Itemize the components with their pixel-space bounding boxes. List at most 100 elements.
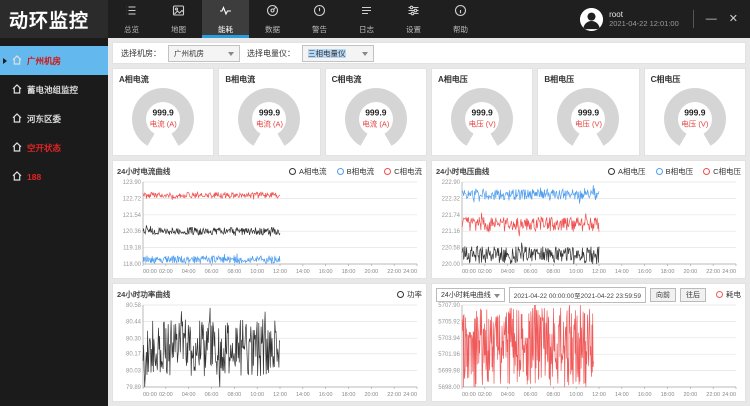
chart-plot-area: 5707.905705.925703.945701.965699.985698.… bbox=[436, 302, 741, 398]
svg-text:20:00: 20:00 bbox=[683, 269, 697, 275]
prev-button[interactable]: 向前 bbox=[650, 288, 676, 302]
sidebar-item-battery-monitor[interactable]: 蓄电池组监控 bbox=[0, 75, 108, 104]
legend-item[interactable]: 耗电 bbox=[716, 289, 741, 300]
close-button[interactable]: ✕ bbox=[729, 14, 738, 25]
sidebar-item-guangzhou-room[interactable]: 广州机房 bbox=[0, 46, 108, 75]
svg-text:04:00: 04:00 bbox=[501, 269, 515, 275]
svg-text:79.89: 79.89 bbox=[126, 385, 142, 391]
map-icon bbox=[172, 4, 185, 22]
svg-text:221.74: 221.74 bbox=[442, 213, 461, 219]
gauge-dial: 999.9 电流 (A) bbox=[345, 88, 407, 150]
svg-text:06:00: 06:00 bbox=[524, 269, 538, 275]
legend-item[interactable]: C相电压 bbox=[703, 166, 741, 177]
svg-text:18:00: 18:00 bbox=[661, 269, 675, 275]
nav-item-overview[interactable]: 总览 bbox=[108, 0, 155, 38]
window-controls: — ✕ bbox=[689, 0, 750, 38]
svg-text:04:00: 04:00 bbox=[501, 392, 515, 398]
meter-select[interactable]: 三相电量仪 bbox=[302, 45, 374, 62]
gauge-unit: 电流 (A) bbox=[345, 119, 407, 130]
sidebar-item-hedong-district[interactable]: 河东区委 bbox=[0, 104, 108, 133]
svg-text:18:00: 18:00 bbox=[342, 392, 356, 398]
chart-plot-area: 123.90122.72121.54120.36119.18118.0000:0… bbox=[117, 179, 422, 275]
app-window: 动环监控 总览 地图 能耗 数据 警告 bbox=[0, 0, 750, 406]
svg-text:122.72: 122.72 bbox=[123, 196, 142, 202]
chart-card-power: 24小时功率曲线 功率 80.5880.4480.3080.1780.0379.… bbox=[112, 283, 427, 402]
nav-item-alerts[interactable]: 警告 bbox=[296, 0, 343, 38]
legend-item[interactable]: B相电流 bbox=[337, 166, 375, 177]
svg-text:16:00: 16:00 bbox=[319, 269, 333, 275]
legend-item[interactable]: C相电流 bbox=[384, 166, 422, 177]
chart-card-voltage: 24小时电压曲线 A相电压 B相电压 C相电压 222.90 222.32 221.74… bbox=[431, 160, 746, 279]
svg-text:10:00: 10:00 bbox=[569, 269, 583, 275]
svg-text:08:00: 08:00 bbox=[546, 269, 560, 275]
sidebar-item-188[interactable]: 188 bbox=[0, 162, 108, 191]
gauge-value: 999.9 bbox=[451, 108, 513, 118]
gauge-card-phase-a-voltage: A相电压 999.9 电压 (V) bbox=[431, 68, 533, 156]
minimize-button[interactable]: — bbox=[706, 14, 717, 25]
svg-text:12:00: 12:00 bbox=[273, 269, 287, 275]
home-icon bbox=[12, 171, 22, 183]
nav-item-energy[interactable]: 能耗 bbox=[202, 0, 249, 38]
gauge-unit: 电压 (V) bbox=[664, 119, 726, 130]
home-icon bbox=[12, 113, 22, 125]
svg-text:08:00: 08:00 bbox=[227, 269, 241, 275]
svg-text:02:00: 02:00 bbox=[478, 269, 492, 275]
svg-text:222.90: 222.90 bbox=[442, 180, 461, 186]
chart-plot-area: 222.90222.32221.74221.16220.58220.0000:0… bbox=[436, 179, 741, 275]
svg-text:221.16: 221.16 bbox=[442, 229, 461, 235]
gauge-row: A相电流 999.9 电流 (A) B相电流 999.9 电流 (A) bbox=[112, 68, 746, 156]
svg-text:5699.98: 5699.98 bbox=[438, 369, 460, 375]
chart-title: 24小时电压曲线 bbox=[436, 166, 489, 177]
series-line bbox=[143, 308, 280, 387]
user-account[interactable]: root 2021-04-22 12:01:00 bbox=[580, 0, 689, 38]
legend-marker-icon bbox=[384, 168, 391, 175]
nav-item-logs[interactable]: 日志 bbox=[343, 0, 390, 38]
series-line bbox=[462, 185, 599, 203]
legend-item[interactable]: A相电流 bbox=[289, 166, 327, 177]
top-nav: 总览 地图 能耗 数据 警告 日志 bbox=[108, 0, 484, 38]
svg-text:80.30: 80.30 bbox=[126, 336, 142, 342]
svg-text:00:00: 00:00 bbox=[143, 269, 157, 275]
series-line bbox=[143, 254, 280, 264]
gauge-unit: 电压 (V) bbox=[451, 119, 513, 130]
room-select[interactable]: 广州机房 bbox=[168, 45, 240, 62]
alert-icon bbox=[313, 4, 326, 22]
svg-text:80.58: 80.58 bbox=[126, 303, 142, 309]
svg-text:06:00: 06:00 bbox=[524, 392, 538, 398]
svg-text:14:00: 14:00 bbox=[296, 392, 310, 398]
consumption-curve-select[interactable]: 24小时耗电曲线 bbox=[436, 288, 505, 302]
svg-text:12:00: 12:00 bbox=[592, 269, 606, 275]
chart-legend: 耗电 bbox=[716, 289, 741, 300]
nav-item-settings[interactable]: 设置 bbox=[390, 0, 437, 38]
room-select-label: 选择机房： bbox=[121, 48, 161, 59]
legend-item[interactable]: A相电压 bbox=[608, 166, 646, 177]
svg-text:120.36: 120.36 bbox=[123, 229, 142, 235]
legend-item[interactable]: B相电压 bbox=[656, 166, 694, 177]
sidebar: 广州机房 蓄电池组监控 河东区委 空开状态 188 bbox=[0, 38, 108, 406]
next-button[interactable]: 往后 bbox=[680, 288, 706, 302]
app-title: 动环监控 bbox=[0, 0, 108, 38]
date-range-input[interactable]: 2021-04-22 00:00:00至2021-04-22 23:59:59 bbox=[509, 287, 646, 303]
nav-item-map[interactable]: 地图 bbox=[155, 0, 202, 38]
sidebar-item-breaker-status[interactable]: 空开状态 bbox=[0, 133, 108, 162]
svg-text:121.54: 121.54 bbox=[123, 213, 142, 219]
svg-text:123.90: 123.90 bbox=[123, 180, 142, 186]
chart-canvas: 123.90122.72121.54120.36119.18118.0000:0… bbox=[117, 179, 422, 275]
chart-grid: 24小时电流曲线 A相电流B相电流C相电流 123.90122.72121.54… bbox=[112, 160, 746, 402]
svg-text:10:00: 10:00 bbox=[250, 269, 264, 275]
filter-bar: 选择机房： 广州机房 选择电量仪： 三相电量仪 bbox=[112, 42, 746, 64]
svg-text:220.58: 220.58 bbox=[442, 246, 461, 252]
svg-text:222.32: 222.32 bbox=[442, 196, 461, 202]
legend-item[interactable]: 功率 bbox=[397, 289, 422, 300]
svg-text:14:00: 14:00 bbox=[296, 269, 310, 275]
svg-text:08:00: 08:00 bbox=[546, 392, 560, 398]
nav-item-data[interactable]: 数据 bbox=[249, 0, 296, 38]
svg-text:5705.92: 5705.92 bbox=[438, 319, 460, 325]
svg-text:80.17: 80.17 bbox=[126, 352, 142, 358]
svg-text:12:00: 12:00 bbox=[592, 392, 606, 398]
chart-legend: A相电压 B相电压 C相电压 bbox=[608, 166, 741, 177]
svg-text:80.03: 80.03 bbox=[126, 368, 142, 374]
nav-item-help[interactable]: 帮助 bbox=[437, 0, 484, 38]
svg-text:18:00: 18:00 bbox=[342, 269, 356, 275]
svg-text:22:00: 22:00 bbox=[387, 392, 401, 398]
